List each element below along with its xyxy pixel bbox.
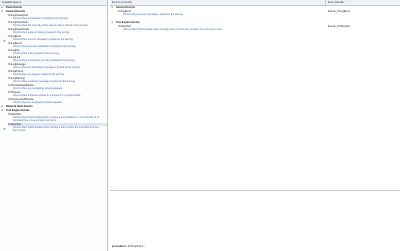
event-description: Occurs when an image is posted to the te… [13,73,65,77]
checkmark-icon: ✔ [3,126,6,131]
event-group-label: General Events [6,10,25,13]
event-item[interactable]: OnLogLink Occurs when a reference to a fi… [0,56,107,62]
handled-event-item[interactable]: OnLogError Occurs when an error message i… [118,10,400,17]
events-grid-header: Events to Handle Event Handler [110,0,400,6]
collapse-icon[interactable]: ▾ [112,21,113,25]
event-item[interactable]: OnLogCreateNode Occurs when a parent node… [0,28,107,34]
event-item[interactable]: ✔ OnLogError Occurs when an error message … [0,35,107,43]
events-to-handle-panel: Events to Handle Event Handler ▾ General … [110,0,400,251]
code-preview[interactable]: procedure OnStopTest; [112,245,145,248]
code-splitter[interactable] [110,190,400,191]
event-item[interactable]: OnLogMessage Occurs when an informative m… [0,63,107,69]
event-description: Occurs when a reference to a file is pos… [13,59,76,63]
event-description: Occurs when TestComplete starts running … [13,116,100,123]
handled-event-group-label: General Events [116,6,135,9]
event-item[interactable]: OnStartTest Occurs when TestComplete star… [0,113,107,122]
event-item[interactable]: OnOverlappingWindow Occurs when an overla… [0,84,107,90]
event-description: Occurs when a timeout expires in a proje… [13,94,82,98]
available-events-list: ▸ Flash Events ▾ General Events OnLogCheckpo… [0,6,107,132]
event-description: Occurs when a warning message is posted … [13,80,76,84]
column-event-handler[interactable]: Event Handler [328,0,344,5]
event-description: Occurs when a checkpoint is posted to th… [13,17,69,21]
event-description: Occurs when an overlapping window appear… [13,87,63,91]
event-item[interactable]: OnTimeout Occurs when a timeout expires i… [0,91,107,97]
event-description: Occurs when an event notification is pos… [13,45,77,49]
event-description: Occurs when an error message is posted t… [13,38,74,42]
collapse-icon[interactable]: ▾ [112,6,113,10]
code-procedure-name: OnStopTest; [127,245,145,248]
event-item[interactable]: OnLogPicture Occurs when an image is post… [0,70,107,76]
event-item[interactable]: ✔ OnStopTest Occurs when TestComplete stop… [0,122,107,133]
column-events-to-handle[interactable]: Events to Handle [112,0,132,5]
event-item[interactable]: OnLogEvent Occurs when an event notificat… [0,42,107,48]
column-separator[interactable] [325,0,326,5]
event-item[interactable]: OnLogWarning Occurs when a warning messag… [0,77,107,83]
event-item[interactable]: OnLogCheckpoint Occurs when a checkpoint … [0,14,107,20]
code-keyword: procedure [112,245,127,248]
event-group-label: Network Suite Events [6,104,33,108]
event-description: Occurs when an informative message is po… [13,66,81,70]
handled-event-group-label: Test Engine Events [116,21,140,24]
event-item[interactable]: OnUnexpectedWindow Occurs when an unexpec… [0,98,107,104]
handled-event-item[interactable]: OnStopTest Occurs when TestComplete stops… [118,25,400,32]
event-handler-cell[interactable]: Events_OnStopTest [328,25,350,28]
event-item[interactable]: OnLogCloseNode Occurs when the currently … [0,21,107,27]
event-group-label: Flash Events [6,6,23,9]
event-item[interactable]: OnLogFile Occurs when a file is posted to… [0,49,107,55]
event-description: Occurs when TestComplete stops running a… [13,126,99,133]
event-description: Occurs when a file is posted to the test… [13,52,60,56]
handled-event-description: Occurs when an error message is posted t… [123,13,184,17]
event-description: Occurs when an unexpected window appears… [13,101,63,105]
available-events-panel: Available Events ▸ Flash Events ▾ General E… [0,0,108,251]
handled-event-description: Occurs when TestComplete stops running a… [123,28,223,32]
event-handler-cell[interactable]: Events_OnLogError [328,10,350,13]
event-group-label: Test Engine Events [6,108,30,112]
event-description: Occurs when the currently active parent … [13,24,89,28]
event-description: Occurs when a parent node is created in … [13,31,71,35]
